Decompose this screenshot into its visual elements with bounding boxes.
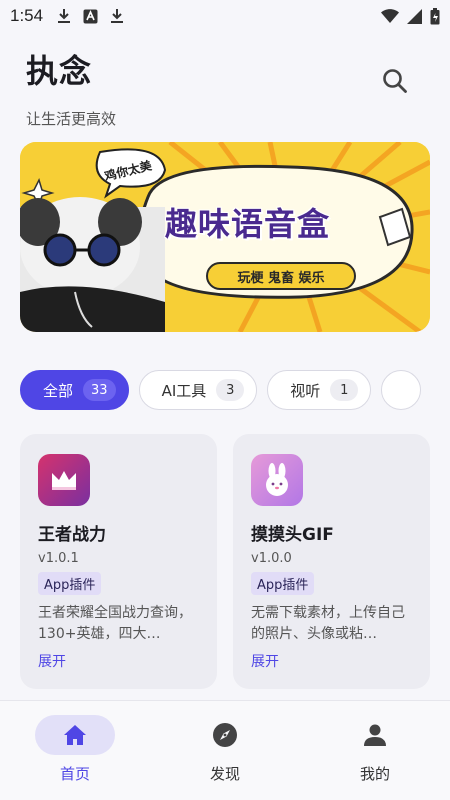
plugin-description: 王者荣耀全国战力查询，130+英雄，四大… — [38, 605, 192, 642]
chip-label: 全部 — [43, 381, 74, 400]
plugin-card[interactable]: 摸摸头GIF v1.0.0 App插件 无需下载素材，上传自己的照片、头像或粘…… — [233, 434, 430, 689]
plugin-name: 摸摸头GIF — [251, 525, 334, 545]
banner-title: 趣味语音盒 — [165, 205, 331, 243]
status-time: 1:54 — [10, 6, 44, 25]
nav-label: 发现 — [209, 765, 240, 783]
plugin-tag: App插件 — [38, 572, 102, 595]
chip-count: 1 — [330, 379, 359, 401]
plugin-version: v1.0.0 — [251, 551, 292, 566]
chip-label: AI工具 — [161, 381, 207, 400]
download-icon — [111, 9, 124, 23]
page-subtitle: 让生活更高效 — [26, 110, 117, 128]
promo-banner[interactable]: 鸡你太美 趣味语音盒 玩梗 鬼畜 娱乐 — [20, 142, 430, 332]
chip-more[interactable] — [381, 370, 422, 410]
category-chips: 全部 33 AI工具 3 视听 1 — [20, 370, 450, 410]
bunny-icon — [266, 463, 288, 496]
battery-icon — [430, 7, 440, 24]
home-icon — [64, 725, 86, 745]
expand-link[interactable]: 展开 — [251, 651, 412, 671]
status-bar: 1:54 — [0, 0, 450, 32]
nav-discover[interactable]: 发现 — [150, 701, 300, 800]
app-icon — [251, 454, 303, 506]
app-store-icon — [83, 9, 98, 23]
notification-icons — [57, 8, 124, 24]
plugin-version: v1.0.1 — [38, 551, 79, 566]
search-icon — [383, 69, 407, 93]
banner-subtitle: 玩梗 鬼畜 娱乐 — [206, 262, 356, 290]
nav-label: 我的 — [359, 765, 390, 783]
nav-profile[interactable]: 我的 — [300, 701, 450, 800]
expand-link[interactable]: 展开 — [38, 651, 199, 671]
chip-all[interactable]: 全部 33 — [20, 370, 129, 410]
system-icons — [381, 7, 440, 25]
app-icon — [38, 454, 90, 506]
page-title: 执念 — [26, 52, 93, 90]
plugin-card[interactable]: 王者战力 v1.0.1 App插件 王者荣耀全国战力查询，130+英雄，四大… … — [20, 434, 217, 689]
search-button[interactable] — [380, 66, 410, 96]
chip-ai-tools[interactable]: AI工具 3 — [138, 370, 258, 410]
compass-icon — [213, 723, 237, 747]
nav-home[interactable]: 首页 — [0, 701, 150, 800]
nav-pill — [335, 715, 415, 755]
plugin-description: 无需下载素材，上传自己的照片、头像或粘… — [251, 605, 405, 642]
nav-label: 首页 — [59, 765, 90, 783]
page-header: 执念 让生活更高效 — [26, 46, 116, 129]
chip-count: 3 — [216, 379, 245, 401]
wifi-icon — [381, 9, 399, 23]
crown-icon — [52, 471, 76, 490]
plugin-name: 王者战力 — [38, 525, 106, 545]
nav-pill — [185, 715, 265, 755]
chip-label: 视听 — [290, 381, 321, 400]
bottom-nav: 首页 发现 我的 — [0, 700, 450, 800]
nav-pill — [35, 715, 115, 755]
person-icon — [364, 724, 386, 746]
plugin-tag: App插件 — [251, 572, 315, 595]
signal-icon — [407, 8, 422, 24]
download-icon — [58, 9, 71, 23]
chip-audio-video[interactable]: 视听 1 — [267, 370, 372, 410]
chip-count: 33 — [83, 379, 116, 401]
